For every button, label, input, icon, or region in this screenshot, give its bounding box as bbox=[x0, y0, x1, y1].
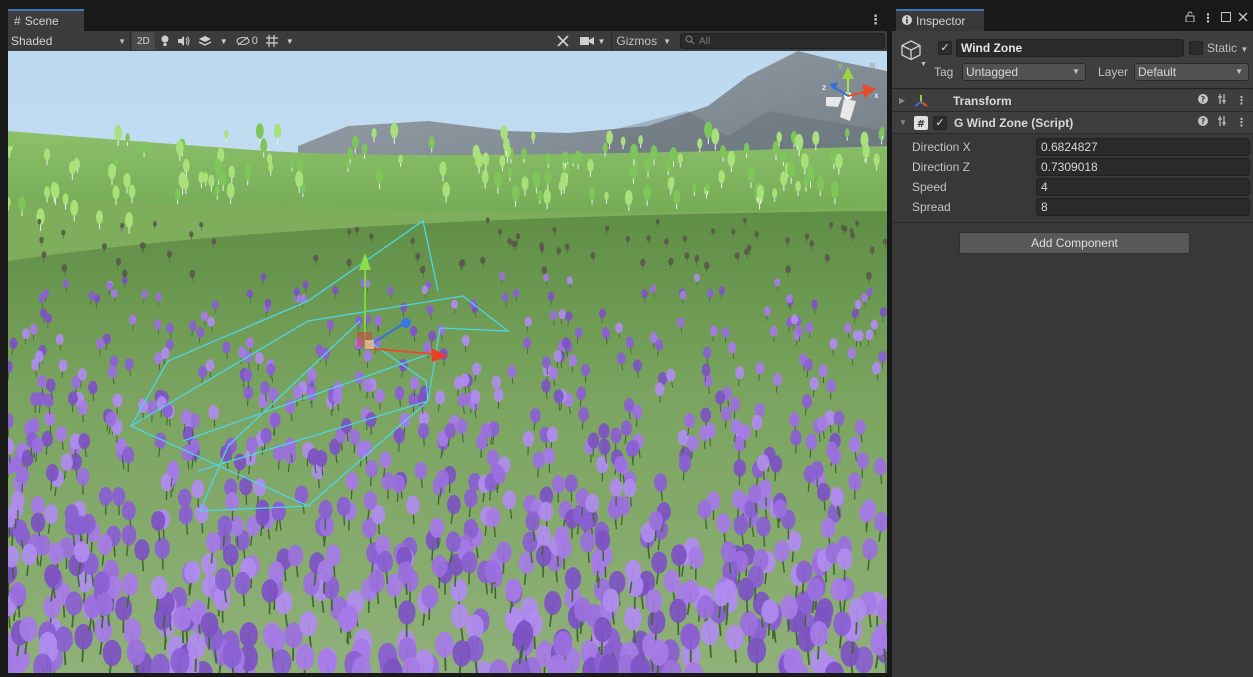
property-label: Spread bbox=[912, 200, 951, 214]
component-menu-icon[interactable]: ⋮ bbox=[1236, 94, 1247, 107]
tab-scene[interactable]: # Scene bbox=[8, 9, 84, 31]
scene-render: y x z bbox=[8, 51, 887, 673]
layer-dropdown[interactable]: Default ▼ bbox=[1134, 63, 1249, 81]
gizmos-arrow-icon: ▼ bbox=[663, 36, 671, 46]
transform-axes-icon bbox=[914, 94, 928, 108]
tag-value: Untagged bbox=[966, 65, 1019, 79]
grid-hash-icon: # bbox=[14, 14, 21, 28]
grid-dropdown-arrow-icon[interactable]: ▼ bbox=[282, 37, 298, 46]
layer-arrow-icon: ▼ bbox=[1235, 67, 1243, 76]
gizmos-dropdown[interactable]: Gizmos ▼ bbox=[611, 31, 675, 51]
presets-icon[interactable] bbox=[1217, 94, 1227, 107]
svg-text:#: # bbox=[917, 119, 925, 130]
close-icon[interactable] bbox=[1238, 11, 1248, 25]
component-actions: ? ⋮ bbox=[1198, 116, 1247, 129]
scene-toolbar: Shaded ▼ 2D ▼ 0 ▼ ▼ Gizmos ▼ All bbox=[8, 31, 887, 51]
tab-inspector[interactable]: Inspector bbox=[896, 9, 984, 31]
tools-icon[interactable] bbox=[552, 34, 574, 48]
gizmos-label: Gizmos bbox=[616, 34, 658, 48]
component-header-transform[interactable]: ▶ Transform ? ⋮ bbox=[892, 90, 1253, 112]
inspector-tabbar: Inspector ⋮ bbox=[892, 0, 1253, 31]
static-label: Static bbox=[1207, 41, 1238, 55]
help-icon[interactable]: ? bbox=[1198, 94, 1208, 107]
gizmo-axis-y-label: y bbox=[838, 61, 843, 70]
camera-icon[interactable]: ▼ bbox=[576, 36, 609, 46]
property-row-direction-x: Direction X 0.6824827 bbox=[892, 137, 1253, 157]
info-icon bbox=[902, 14, 912, 28]
effects-toggle-icon[interactable] bbox=[194, 36, 216, 46]
search-icon bbox=[685, 35, 695, 48]
static-checkbox[interactable] bbox=[1189, 41, 1203, 55]
active-checkbox[interactable]: ✓ bbox=[938, 41, 952, 55]
gizmo-axis-x-label: x bbox=[874, 91, 879, 100]
help-icon[interactable]: ? bbox=[1198, 116, 1208, 129]
svg-text:?: ? bbox=[1201, 117, 1206, 126]
camera-dropdown-arrow-icon: ▼ bbox=[597, 36, 606, 46]
foldout-expanded-icon[interactable]: ▼ bbox=[899, 118, 907, 127]
dropdown-arrow-icon: ▼ bbox=[118, 36, 126, 46]
component-header-wind-zone[interactable]: ▼ # ✓ G Wind Zone (Script) ? ⋮ bbox=[892, 112, 1253, 134]
tab-scene-label: Scene bbox=[24, 14, 59, 28]
foldout-collapsed-icon[interactable]: ▶ bbox=[899, 96, 905, 105]
icon-dropdown-arrow-icon[interactable]: ▼ bbox=[920, 61, 927, 68]
scene-toolbar-right: ▼ Gizmos ▼ bbox=[552, 31, 675, 51]
hidden-objects-count: 0 bbox=[251, 35, 258, 47]
gameobject-cube-icon[interactable] bbox=[900, 39, 922, 61]
search-placeholder: All bbox=[699, 35, 711, 47]
property-row-spread: Spread 8 bbox=[892, 197, 1253, 217]
property-row-speed: Speed 4 bbox=[892, 177, 1253, 197]
presets-icon[interactable] bbox=[1217, 116, 1227, 129]
direction-z-field[interactable]: 0.7309018 bbox=[1036, 158, 1250, 176]
component-actions: ? ⋮ bbox=[1198, 94, 1247, 107]
audio-toggle-icon[interactable] bbox=[174, 36, 194, 46]
script-icon: # bbox=[914, 115, 928, 130]
shading-mode-label: Shaded bbox=[11, 34, 53, 48]
layer-label: Layer bbox=[1098, 65, 1129, 79]
grid-toggle-icon[interactable] bbox=[262, 35, 282, 47]
scene-panel-menu-icon[interactable]: ⋮ bbox=[869, 12, 882, 28]
static-dropdown[interactable]: Static ▼ bbox=[1207, 41, 1248, 55]
scene-panel: # Scene ⋮ Shaded ▼ 2D ▼ 0 ▼ ▼ Gizmos ▼ A… bbox=[0, 0, 890, 677]
tag-arrow-icon: ▼ bbox=[1072, 67, 1080, 76]
property-label: Direction X bbox=[912, 140, 971, 154]
lock-icon[interactable] bbox=[1185, 11, 1195, 25]
layer-value: Default bbox=[1138, 65, 1177, 79]
tag-dropdown[interactable]: Untagged ▼ bbox=[962, 63, 1086, 81]
component-menu-icon[interactable]: ⋮ bbox=[1236, 116, 1247, 129]
object-name-field[interactable]: Wind Zone bbox=[956, 39, 1184, 57]
effects-dropdown-arrow-icon[interactable]: ▼ bbox=[216, 37, 232, 46]
direction-x-field[interactable]: 0.6824827 bbox=[1036, 138, 1250, 156]
property-label: Direction Z bbox=[912, 160, 971, 174]
svg-text:?: ? bbox=[1201, 95, 1206, 104]
scene-tabbar: # Scene ⋮ bbox=[0, 0, 890, 31]
component-title-wind-zone: G Wind Zone (Script) bbox=[954, 115, 1074, 130]
tag-label: Tag bbox=[934, 65, 954, 79]
speed-field[interactable]: 4 bbox=[1036, 178, 1250, 196]
shading-mode-dropdown[interactable]: Shaded ▼ bbox=[8, 31, 131, 51]
inspector-panel: Inspector ⋮ ▼ ✓ Wind Zone Static ▼ Tag U… bbox=[891, 0, 1253, 677]
gizmo-axis-z-label: z bbox=[822, 83, 826, 92]
more-options-icon[interactable]: ⋮ bbox=[1202, 11, 1214, 25]
window-controls: ⋮ bbox=[1185, 11, 1248, 25]
static-arrow-icon: ▼ bbox=[1240, 45, 1249, 54]
gameobject-header: ▼ ✓ Wind Zone Static ▼ Tag Untagged ▼ La… bbox=[892, 31, 1253, 89]
component-title-transform: Transform bbox=[953, 93, 1012, 108]
scene-search-input[interactable]: All bbox=[680, 33, 885, 49]
property-row-direction-z: Direction Z 0.7309018 bbox=[892, 157, 1253, 177]
toggle-2d-button[interactable]: 2D bbox=[132, 32, 155, 50]
component-enabled-checkbox[interactable]: ✓ bbox=[933, 115, 947, 130]
inspector-divider bbox=[892, 222, 1253, 223]
scene-viewport[interactable]: y x z bbox=[8, 51, 887, 673]
property-label: Speed bbox=[912, 180, 947, 194]
maximize-icon[interactable] bbox=[1221, 11, 1231, 25]
add-component-button[interactable]: Add Component bbox=[959, 232, 1190, 254]
spread-field[interactable]: 8 bbox=[1036, 198, 1250, 216]
lighting-toggle-icon[interactable] bbox=[156, 35, 174, 47]
hidden-objects-icon[interactable]: 0 bbox=[232, 35, 262, 47]
tab-inspector-label: Inspector bbox=[916, 14, 966, 28]
